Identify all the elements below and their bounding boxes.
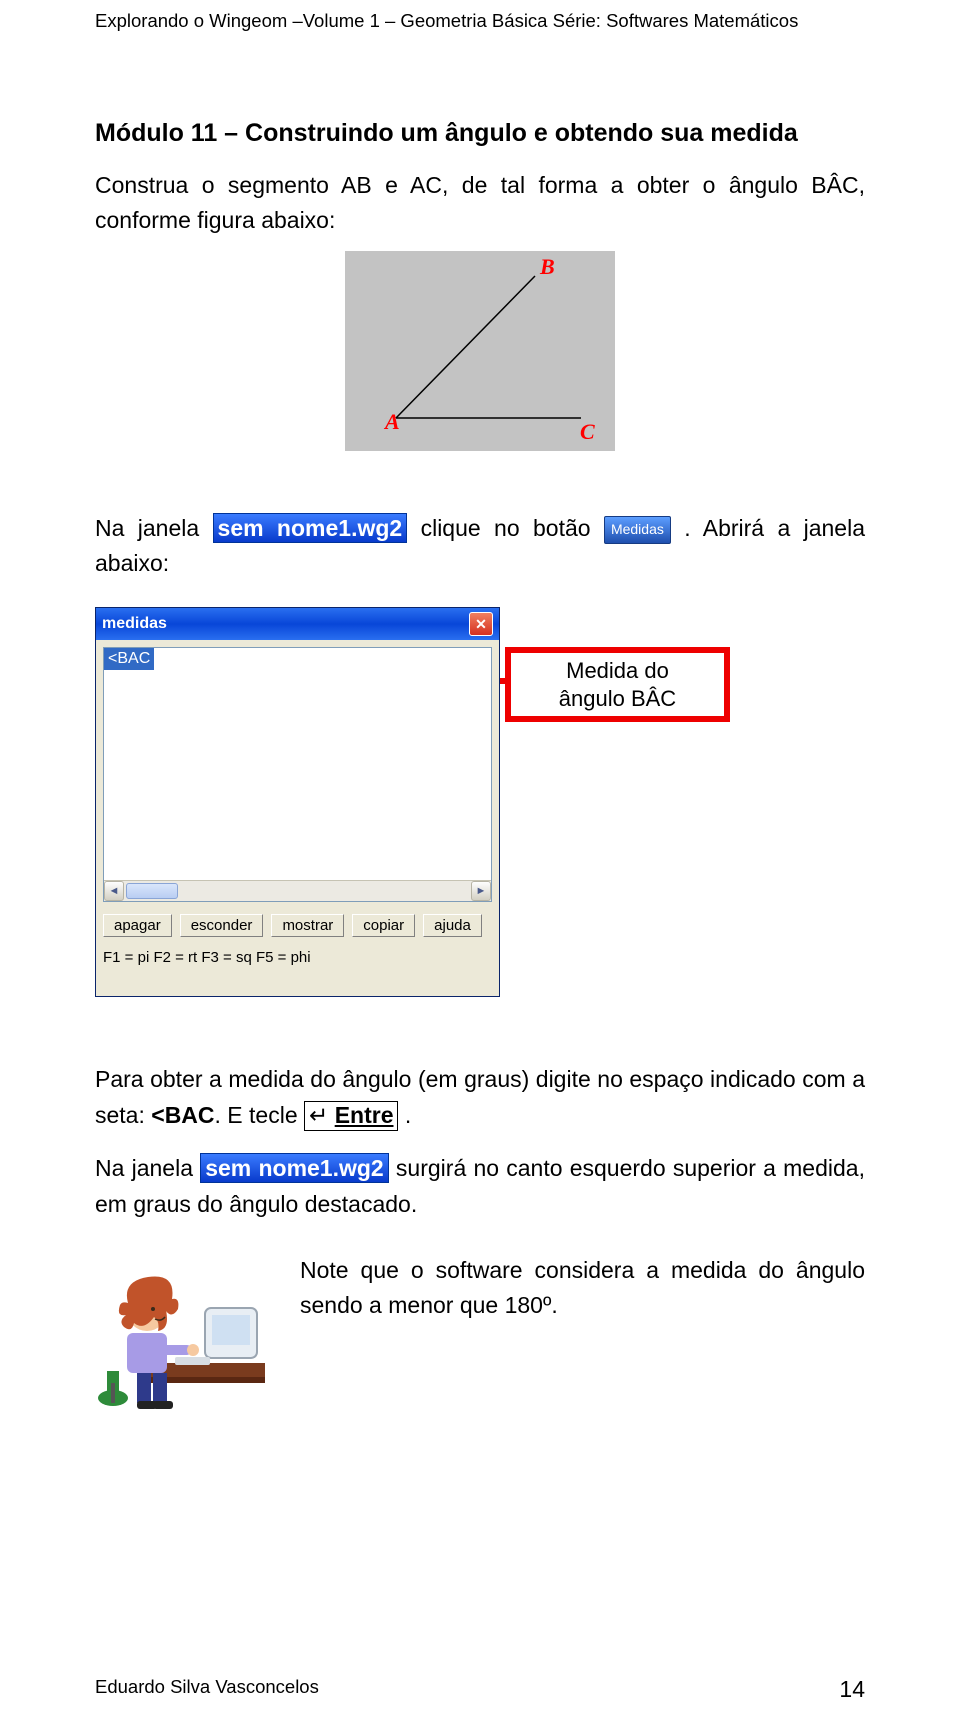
scroll-thumb[interactable] [126,883,178,899]
ajuda-button[interactable]: ajuda [423,914,482,937]
paragraph-obter-medida: Para obter a medida do ângulo (em graus)… [95,1062,865,1133]
point-c-label: C [580,419,595,445]
callout-line1: Medida do [566,657,669,685]
point-a-label: A [385,409,400,435]
window-name-highlight-2: sem nome1.wg2 [200,1153,389,1183]
enter-key: ↵ Entre [304,1101,398,1131]
instr-pre: Na janela [95,515,213,541]
page-footer: Eduardo Silva Vasconcelos 14 [95,1676,865,1703]
p3-pre: Na janela [95,1155,200,1181]
dialog-title: medidas [102,615,167,633]
window-name-highlight: sem nome1.wg2 [213,513,408,543]
instruction-line: Na janela sem nome1.wg2 clique no botão … [95,511,865,582]
bac-code: <BAC [151,1102,214,1128]
paragraph-result: Na janela sem nome1.wg2 surgirá no canto… [95,1151,865,1222]
p2-period: . [398,1102,411,1128]
enter-label: Entre [335,1102,394,1128]
copiar-button[interactable]: copiar [352,914,415,937]
instr-mid: clique no botão [421,515,604,541]
callout-line2: ângulo BÂC [559,685,676,713]
point-b-label: B [540,254,555,280]
esconder-button[interactable]: esconder [180,914,264,937]
dialog-area: medidas ✕ <BAC ◄ ► apagar esconder mostr… [95,607,865,1002]
apagar-button[interactable]: apagar [103,914,172,937]
scroll-left-icon[interactable]: ◄ [104,881,124,901]
page-number: 14 [839,1676,865,1703]
dialog-listbox[interactable]: <BAC ◄ ► [103,647,492,902]
enter-symbol: ↵ [309,1102,335,1128]
note-row: Note que o software considera a medida d… [95,1253,865,1413]
intro-paragraph: Construa o segmento AB e AC, de tal form… [95,168,865,239]
scroll-right-icon[interactable]: ► [471,881,491,901]
dialog-titlebar: medidas ✕ [96,608,499,640]
section-title: Módulo 11 – Construindo um ângulo e obte… [95,117,865,150]
medidas-dialog: medidas ✕ <BAC ◄ ► apagar esconder mostr… [95,607,500,997]
mostrar-button[interactable]: mostrar [271,914,344,937]
angle-figure: A B C [345,251,615,451]
note-text: Note que o software considera a medida d… [300,1253,865,1324]
p2-etecle: . E tecle [215,1102,304,1128]
callout-box: Medida do ângulo BÂC [505,647,730,722]
running-header: Explorando o Wingeom –Volume 1 – Geometr… [95,10,865,32]
scroll-track[interactable] [124,881,471,901]
scrollbar[interactable]: ◄ ► [104,880,491,901]
medidas-toolbar-button[interactable]: Medidas [604,516,671,544]
author-name: Eduardo Silva Vasconcelos [95,1676,319,1703]
fkey-legend: F1 = pi F2 = rt F3 = sq F5 = phi [103,949,492,966]
person-at-computer-icon [95,1253,270,1413]
dialog-body: <BAC ◄ ► apagar esconder mostrar copiar … [96,640,499,973]
list-item-bac[interactable]: <BAC [104,648,154,670]
close-icon[interactable]: ✕ [469,612,493,636]
dialog-button-row: apagar esconder mostrar copiar ajuda [103,914,492,937]
